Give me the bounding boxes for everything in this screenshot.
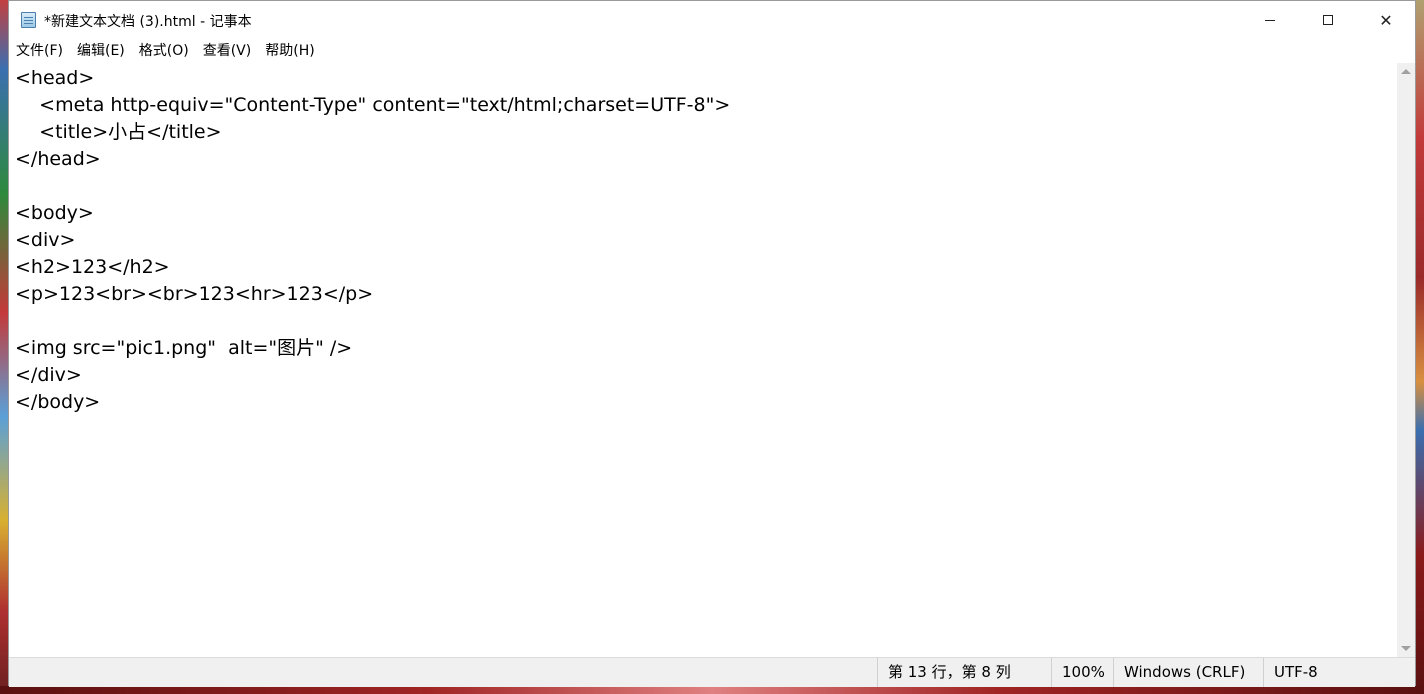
encoding: UTF-8 xyxy=(1263,658,1397,687)
close-icon: ✕ xyxy=(1379,10,1393,30)
window-title: *新建文本文档 (3).html - 记事本 xyxy=(44,14,252,30)
maximize-button[interactable] xyxy=(1299,1,1357,39)
desktop-background-right xyxy=(1416,0,1424,694)
minimize-button[interactable] xyxy=(1241,1,1299,39)
close-button[interactable]: ✕ xyxy=(1357,1,1415,39)
text-editor[interactable]: <head> <meta http-equiv="Content-Type" c… xyxy=(9,63,1397,657)
minimize-icon xyxy=(1265,19,1275,21)
title-bar[interactable]: *新建文本文档 (3).html - 记事本 ✕ xyxy=(9,1,1415,39)
menu-bar: 文件(F) 编辑(E) 格式(O) 查看(V) 帮助(H) xyxy=(9,39,1415,63)
menu-view[interactable]: 查看(V) xyxy=(196,39,259,63)
scroll-down-icon[interactable] xyxy=(1401,646,1411,651)
menu-help[interactable]: 帮助(H) xyxy=(258,39,321,63)
menu-edit[interactable]: 编辑(E) xyxy=(70,39,132,63)
editor-content[interactable]: <head> <meta http-equiv="Content-Type" c… xyxy=(15,65,730,416)
notepad-icon[interactable] xyxy=(21,12,36,28)
menu-format[interactable]: 格式(O) xyxy=(132,39,196,63)
maximize-icon xyxy=(1323,15,1333,25)
notepad-window: *新建文本文档 (3).html - 记事本 ✕ 文件(F) 编辑(E) 格式(… xyxy=(8,0,1416,687)
line-ending: Windows (CRLF) xyxy=(1113,658,1263,687)
vertical-scrollbar[interactable] xyxy=(1397,63,1415,657)
scroll-up-icon[interactable] xyxy=(1401,69,1411,74)
cursor-position: 第 13 行，第 8 列 xyxy=(877,658,1051,687)
desktop-background-bottom xyxy=(0,686,1424,694)
menu-file[interactable]: 文件(F) xyxy=(9,39,70,63)
zoom-level: 100% xyxy=(1051,658,1113,687)
status-bar: 第 13 行，第 8 列 100% Windows (CRLF) UTF-8 xyxy=(9,657,1415,687)
